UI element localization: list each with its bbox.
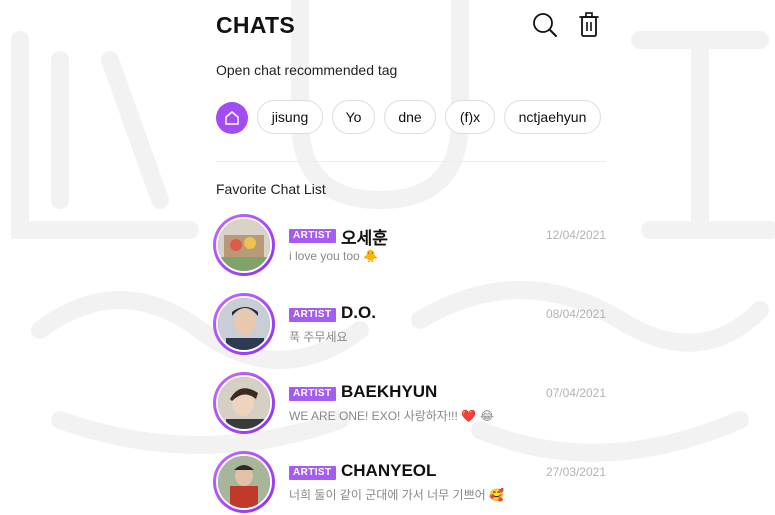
chat-date: 27/03/2021 [545,465,606,479]
artist-badge: ARTIST [289,229,336,243]
chat-date: 12/04/2021 [545,228,606,242]
tag-chip[interactable]: nctjaehyun [504,100,601,134]
favorite-chat-row[interactable]: ARTIST CHANYEOL 27/03/2021 너희 둘이 같이 군대에 … [213,451,606,515]
favorite-chat-row[interactable]: ARTIST 오세훈 12/04/2021 i love you too 🐥 [213,214,606,278]
search-icon[interactable] [530,10,560,40]
avatar[interactable] [213,293,275,355]
recommended-tags-label: Open chat recommended tag [216,62,398,78]
header: CHATS [216,10,606,40]
tag-chip[interactable]: Yo [332,100,375,134]
message-emoji: 🐥 [363,249,379,263]
tag-chip[interactable]: dne [384,100,436,134]
artist-badge: ARTIST [289,387,336,401]
message-emoji: ❤️ 😂 [461,409,494,423]
chat-name: CHANYEOL [341,461,437,480]
home-icon [225,111,239,125]
divider [216,161,606,162]
chat-last-message: 푹 주무세요 [289,330,348,344]
favorite-chat-row[interactable]: ARTIST D.O. 08/04/2021 푹 주무세요 [213,293,606,357]
chat-app: CHATS Open chat recommended tag jisung Y… [213,0,606,515]
artist-badge: ARTIST [289,466,336,480]
favorite-chat-row[interactable]: ARTIST BAEKHYUN 07/04/2021 WE ARE ONE! E… [213,372,606,436]
chat-date: 08/04/2021 [545,307,606,321]
tag-list[interactable]: jisung Yo dne (f)x nctjaehyun [216,99,606,135]
avatar[interactable] [213,372,275,434]
tag-chip[interactable]: (f)x [445,100,495,134]
favorite-chat-list-label: Favorite Chat List [216,181,326,197]
chat-name: 오세훈 [341,229,388,248]
chat-name: BAEKHYUN [341,382,438,401]
avatar[interactable] [213,214,275,276]
message-emoji: 🥰 [489,488,504,502]
tag-chip[interactable]: jisung [257,100,323,134]
trash-icon[interactable] [574,10,604,40]
artist-badge: ARTIST [289,308,336,322]
chat-last-message: i love you too 🐥 [289,249,379,263]
chat-last-message: WE ARE ONE! EXO! 사랑하자!!! ❤️ 😂 [289,409,494,423]
avatar[interactable] [213,451,275,513]
chat-last-message: 너희 둘이 같이 군대에 가서 너무 기쁘어 🥰 [289,488,504,502]
chat-date: 07/04/2021 [545,386,606,400]
page-title: CHATS [216,12,296,38]
home-tag-button[interactable] [216,102,248,134]
chat-name: D.O. [341,303,376,322]
